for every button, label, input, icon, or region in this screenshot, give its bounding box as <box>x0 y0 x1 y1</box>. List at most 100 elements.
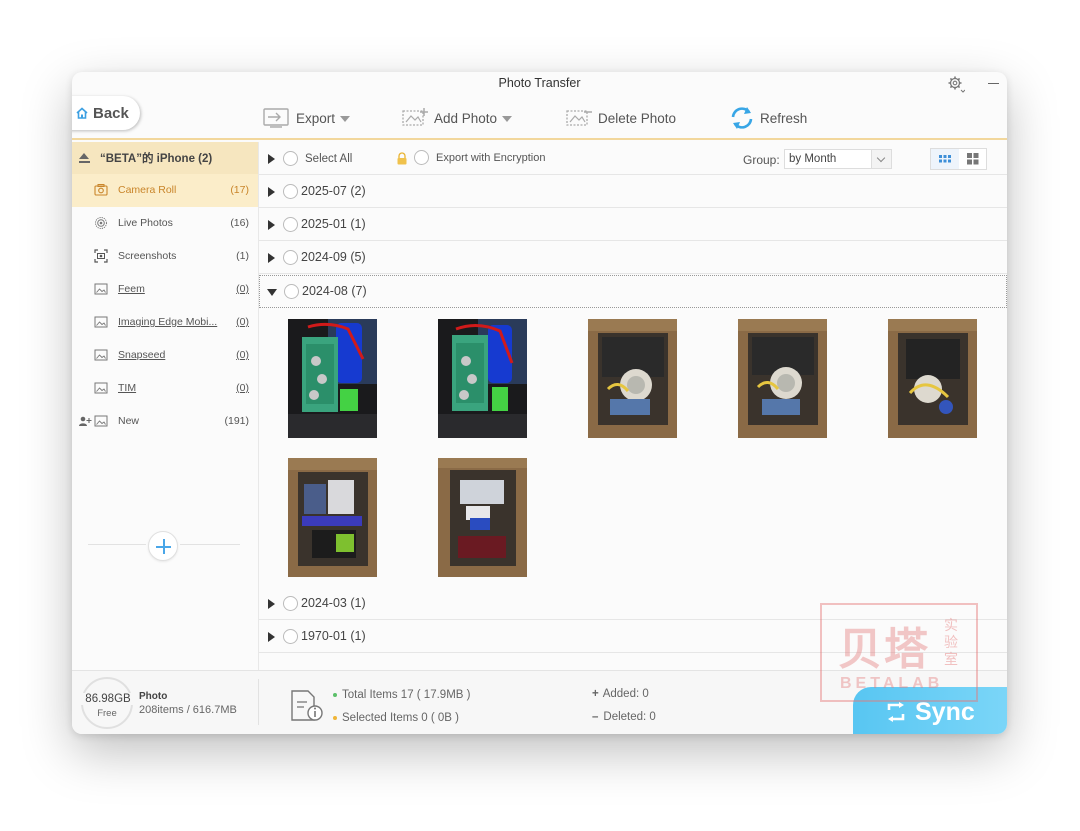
sidebar-item-camera-roll[interactable]: Camera Roll (17) <box>72 174 258 207</box>
photo-thumbnail[interactable] <box>288 458 377 577</box>
live-photo-icon <box>95 217 107 229</box>
select-all-checkbox[interactable] <box>283 151 298 166</box>
minimize-button[interactable] <box>988 83 999 84</box>
storage-ring: 86.98GB Free <box>77 677 139 729</box>
divider <box>258 679 259 725</box>
group-label: 1970-01 (1) <box>301 629 366 643</box>
photo-thumbnail[interactable] <box>438 319 527 438</box>
chevron-down-icon <box>502 116 513 122</box>
delete-photo-icon <box>566 110 592 126</box>
chevron-down-icon[interactable] <box>871 150 891 168</box>
photo-list: Select All Export with Encryption Group:… <box>259 142 1007 670</box>
group-row[interactable]: 1970-01 (1) <box>259 620 1007 653</box>
group-row[interactable]: 2024-08 (7) <box>259 275 1007 308</box>
view-toggle <box>930 148 987 170</box>
group-checkbox[interactable] <box>283 596 298 611</box>
selected-items: Selected Items 0 ( 0B ) <box>333 712 459 724</box>
large-grid-icon <box>967 153 979 165</box>
delete-photo-button[interactable]: Delete Photo <box>564 104 676 132</box>
divider <box>180 544 240 545</box>
back-label: Back <box>93 104 129 122</box>
group-label: 2025-07 (2) <box>301 184 366 198</box>
album-name: TIM <box>118 382 137 394</box>
add-photo-icon <box>402 108 428 126</box>
group-checkbox[interactable] <box>283 250 298 265</box>
device-header[interactable]: “BETA”的 iPhone (2) <box>72 142 258 174</box>
refresh-button[interactable]: Refresh <box>728 104 807 132</box>
collapse-icon[interactable] <box>267 289 277 296</box>
expand-icon[interactable] <box>268 599 275 609</box>
export-button[interactable]: Export <box>262 104 351 132</box>
photo-thumbnail[interactable] <box>438 458 527 577</box>
photo-thumbnail[interactable] <box>888 319 977 438</box>
sidebar: “BETA”的 iPhone (2) Camera Roll (17) Live… <box>72 142 258 670</box>
expand-icon[interactable] <box>268 220 275 230</box>
expand-all-icon[interactable] <box>268 154 275 164</box>
home-icon <box>76 107 88 119</box>
window-title: Photo Transfer <box>498 76 581 90</box>
group-row[interactable]: 2025-01 (1) <box>259 208 1007 241</box>
group-row[interactable]: 2025-07 (2) <box>259 175 1007 208</box>
eject-icon[interactable] <box>79 153 90 163</box>
album-icon <box>94 283 108 295</box>
back-button[interactable]: Back <box>72 96 140 130</box>
sidebar-item-live-photos[interactable]: Live Photos (16) <box>72 207 258 240</box>
status-footer: 86.98GB Free Photo 208items / 616.7MB To… <box>72 670 1007 734</box>
device-name: “BETA”的 iPhone (2) <box>100 153 213 165</box>
selection-bar: Select All Export with Encryption Group:… <box>259 142 1007 175</box>
add-photo-button[interactable]: Add Photo <box>400 104 513 132</box>
export-encryption-label: Export with Encryption <box>436 152 546 164</box>
screenshot-icon <box>94 249 108 263</box>
small-grid-view-button[interactable] <box>931 149 959 169</box>
divider <box>88 544 146 545</box>
add-user-icon <box>79 416 92 426</box>
title-bar: Photo Transfer <box>72 72 1007 96</box>
expand-icon[interactable] <box>268 632 275 642</box>
album-name: Imaging Edge Mobi... <box>118 316 218 328</box>
album-count: (17) <box>230 184 249 196</box>
sidebar-item-new[interactable]: New (191) <box>72 405 258 438</box>
expand-icon[interactable] <box>268 253 275 263</box>
export-encryption-checkbox[interactable] <box>414 150 429 165</box>
photo-thumbnail[interactable] <box>588 319 677 438</box>
group-row[interactable]: 2024-03 (1) <box>259 587 1007 620</box>
category-title: Photo <box>139 691 168 702</box>
group-checkbox[interactable] <box>284 284 299 299</box>
sync-button[interactable]: Sync <box>853 687 1007 734</box>
group-by-select[interactable]: by Month <box>784 149 892 169</box>
sync-icon <box>887 702 905 722</box>
sidebar-item-screenshots[interactable]: Screenshots (1) <box>72 240 258 273</box>
sidebar-item-feem[interactable]: Feem (0) <box>72 273 258 306</box>
refresh-icon <box>731 107 753 129</box>
group-by-value: by Month <box>789 153 837 165</box>
sidebar-item-snapseed[interactable]: Snapseed (0) <box>72 339 258 372</box>
chevron-down-icon <box>340 116 351 122</box>
group-checkbox[interactable] <box>283 629 298 644</box>
photo-thumbnail[interactable] <box>288 319 377 438</box>
photo-thumbnail[interactable] <box>738 319 827 438</box>
album-count: (0) <box>236 349 249 361</box>
storage-free-value: 86.98GB <box>77 693 139 705</box>
select-all-label: Select All <box>305 153 353 165</box>
sidebar-item-imaging-edge[interactable]: Imaging Edge Mobi... (0) <box>72 306 258 339</box>
album-name: Feem <box>118 283 145 295</box>
album-name: Screenshots <box>118 250 177 262</box>
album-count: (0) <box>236 283 249 295</box>
expand-icon[interactable] <box>268 187 275 197</box>
group-row[interactable]: 2024-09 (5) <box>259 241 1007 274</box>
album-count: (1) <box>236 250 249 262</box>
export-icon <box>263 108 289 128</box>
total-items: Total Items 17 ( 17.9MB ) <box>333 689 470 701</box>
large-grid-view-button[interactable] <box>959 149 987 169</box>
group-checkbox[interactable] <box>283 184 298 199</box>
album-icon <box>94 349 108 361</box>
added-count: + Added: 0 <box>592 688 649 700</box>
selected-items-text: Selected Items 0 ( 0B ) <box>342 712 459 724</box>
add-album-button[interactable] <box>148 531 178 561</box>
sidebar-item-tim[interactable]: TIM (0) <box>72 372 258 405</box>
category-stats: 208items / 616.7MB <box>139 704 237 716</box>
settings-gear-icon[interactable] <box>947 75 965 93</box>
album-icon <box>94 316 108 328</box>
storage-free-label: Free <box>97 708 117 719</box>
group-checkbox[interactable] <box>283 217 298 232</box>
